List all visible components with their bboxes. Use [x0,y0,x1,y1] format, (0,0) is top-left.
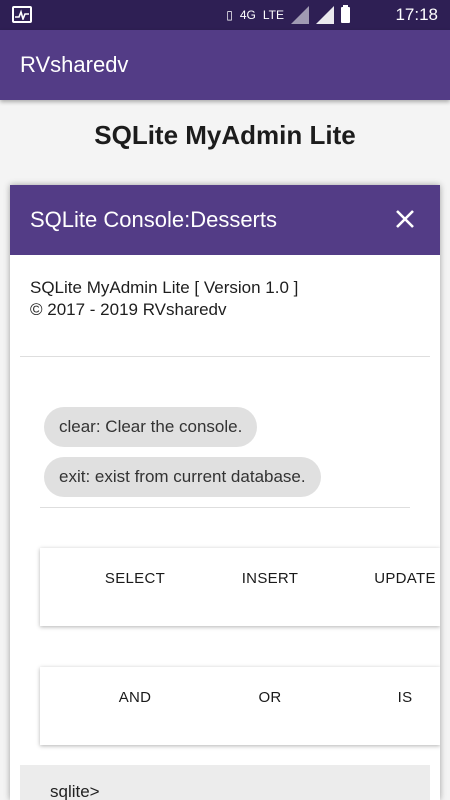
update-button[interactable]: UPDATE [340,570,440,587]
close-icon[interactable] [388,202,422,236]
lte-icon: LTE [262,8,284,22]
4g-icon: 4G [239,8,256,22]
divider [40,507,410,508]
activity-icon [12,6,32,23]
and-button[interactable]: AND [70,689,200,706]
console-dialog: SQLite Console:Desserts SQLite MyAdmin L… [10,185,440,800]
divider [20,356,430,357]
copyright-line: © 2017 - 2019 RVsharedv [30,300,227,319]
status-bar: ▯ 4G LTE 17:18 [0,0,450,30]
select-button[interactable]: SELECT [70,570,200,587]
keyword-row-2: AND OR IS [40,667,440,745]
help-chip-exit[interactable]: exit: exist from current database. [44,457,321,497]
dialog-title: SQLite Console:Desserts [30,207,277,232]
signal-icon [291,6,309,24]
console-input-area[interactable]: sqlite> [20,765,430,800]
or-button[interactable]: OR [205,689,335,706]
signal-icon [316,6,334,24]
app-bar: RVsharedv [0,30,450,100]
version-info: SQLite MyAdmin Lite [ Version 1.0 ] © 20… [30,277,298,321]
page-title: SQLite MyAdmin Lite [94,120,356,150]
insert-button[interactable]: INSERT [205,570,335,587]
app-title: RVsharedv [20,52,129,77]
version-line: SQLite MyAdmin Lite [ Version 1.0 ] [30,278,299,297]
help-chip-clear[interactable]: clear: Clear the console. [44,407,258,447]
is-button[interactable]: IS [340,689,440,706]
dialog-header: SQLite Console:Desserts [10,185,440,255]
console-prompt: sqlite> [50,782,100,800]
battery-icon [341,5,350,23]
keyword-row-1: SELECT INSERT UPDATE [40,548,440,626]
vibrate-icon: ▯ [226,8,233,22]
clock: 17:18 [395,5,438,24]
